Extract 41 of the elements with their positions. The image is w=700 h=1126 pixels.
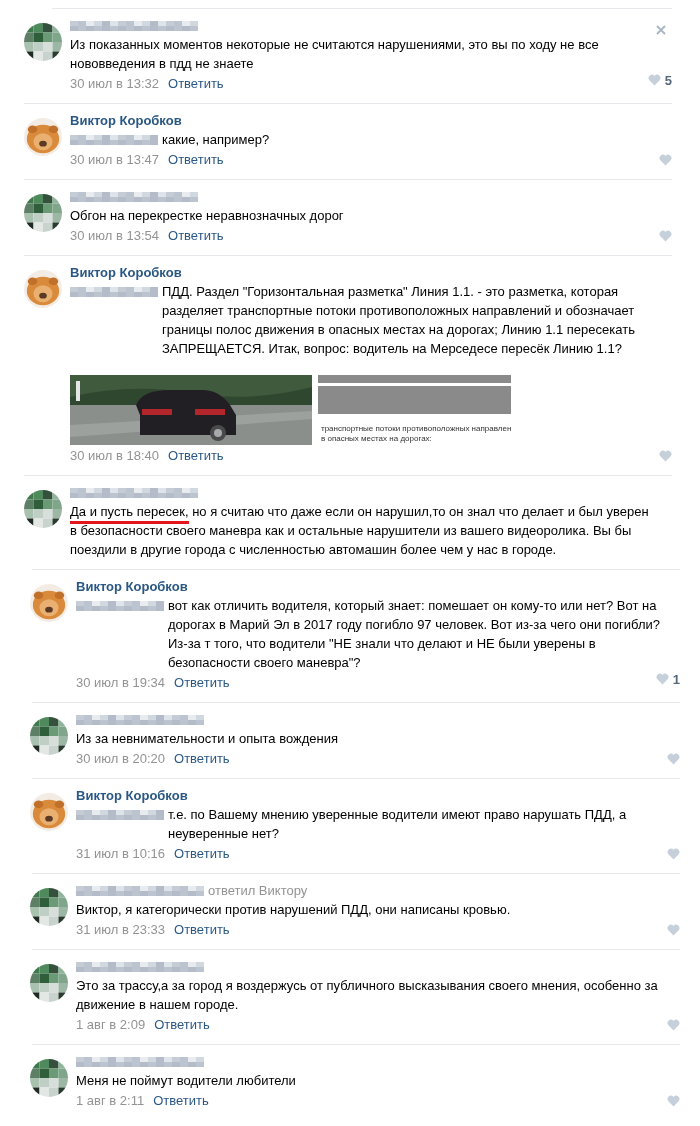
comment-text: Это за трассу,а за город я воздержусь от публичного высказывания своего мнения, особенно за движение в нашем городе. [76,977,659,1014]
author-name[interactable]: Виктор Коробков [76,786,188,806]
like-count: 1 [672,670,680,689]
author-name[interactable]: Виктор Коробков [70,111,182,131]
avatar[interactable] [30,888,68,926]
reply-to-label: ответил Виктору [208,882,308,901]
avatar[interactable] [30,964,68,1002]
avatar[interactable] [30,717,68,755]
reply-link[interactable]: Ответить [154,1015,210,1035]
author-name[interactable]: Виктор Коробков [76,577,188,597]
reply-link[interactable]: Ответить [174,673,230,693]
reply-link[interactable]: Ответить [174,844,230,864]
comment-text: Обгон на перекрестке неравнозначных дорог [70,207,344,225]
reply-link[interactable]: Ответить [168,446,224,466]
reply-link[interactable]: Ответить [168,226,224,246]
reply-link[interactable]: Ответить [153,1091,209,1111]
author-name[interactable]: Виктор Коробков [70,263,182,283]
comment-text: вот как отличить водителя, который знает: помешает он кому-то или нет? Вот на дорогах в Марий Эл в 2017 году погибло 97 человек. Вот из-за чего они погибли? Из-за т того, что водители "НЕ знали что делают и НЕ были уверены в безопасности своего маневра"? [168,597,661,672]
avatar[interactable] [30,1059,68,1097]
avatar[interactable] [24,194,62,232]
document-text: в опасных местах на дорогах: [321,434,433,444]
comment-text: Меня не поймут водители любители [76,1072,296,1090]
reply-link[interactable]: Ответить [168,74,224,94]
comment-text: Из за невнимательности и опыта вождения [76,730,339,748]
like-count: 5 [664,71,672,90]
reply-link[interactable]: Ответить [174,749,230,769]
avatar[interactable] [30,584,68,622]
comment-text: Да и пусть пересек, но я считаю что даже если он нарушил,то он знал что делает и был уверен в безопасности своего маневра как и остальные нарушители из вашего видеоролика. Вы бы поездили в другие города с численностью автомашин более чем у нас в городе. [70,503,650,559]
avatar[interactable] [30,793,68,831]
comment-text: Из показанных моментов некоторые не считаются нарушениями, это вы по ходу не все нововведения в пдд не знаете [70,36,600,73]
comment-text: т.е. по Вашему мнению уверенные водители имеют право нарушать ПДД, а неуверенные нет? [168,806,628,843]
document-text: транспортные потоки противоположных направлен [321,424,512,434]
reply-link[interactable]: Ответить [174,920,230,940]
comment-text: ПДД. Раздел "Горизонтальная разметка" Линия 1.1. - это разметка, которая разделяет транспортные потоки противоположных направлений и обозначает границы полос движения в опасных местах на дорогах; Линию 1.1 пересекать ЗАПРЕЩАЕТСЯ. Итак, вопрос: водитель на Мерседесе пересёк Линию 1.1? [162,283,636,358]
avatar[interactable] [24,118,62,156]
avatar[interactable] [24,23,62,61]
avatar[interactable] [24,270,62,308]
avatar[interactable] [24,490,62,528]
comment-text: какие, например? [162,131,270,149]
comment-text: Виктор, я категорически против нарушений ПДД, они написаны кровью. [76,901,511,919]
reply-link[interactable]: Ответить [168,150,224,170]
